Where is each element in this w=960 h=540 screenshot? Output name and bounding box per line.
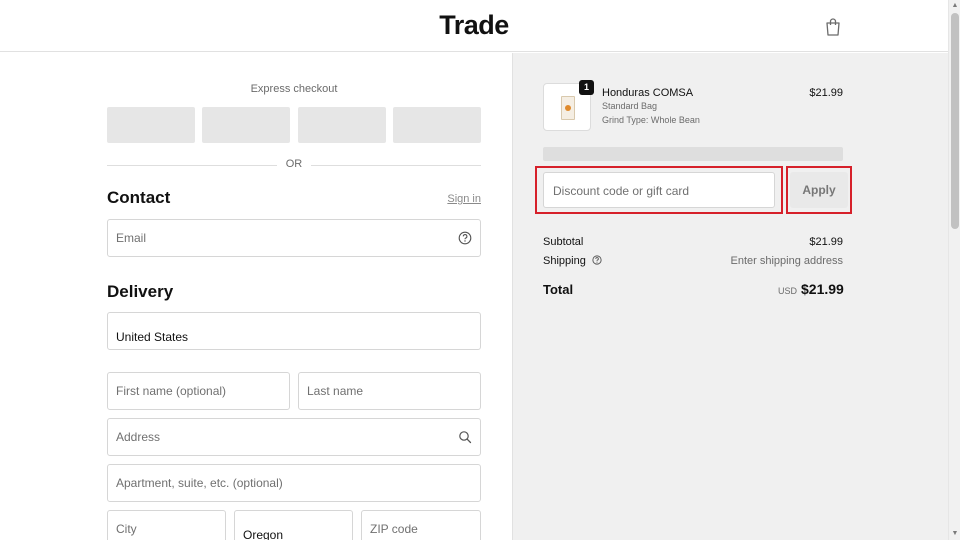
first-name-field[interactable]: First name (optional) xyxy=(107,372,290,410)
express-pay-button-2[interactable] xyxy=(202,107,290,143)
order-summary: 1 Honduras COMSA Standard Bag Grind Type… xyxy=(512,53,948,540)
product-variant: Standard Bag xyxy=(602,101,658,111)
shipping-row-label: Shipping xyxy=(543,255,602,267)
product-name: Honduras COMSA xyxy=(602,87,694,99)
express-checkout-title: Express checkout xyxy=(250,83,338,95)
zip-field[interactable]: ZIP code xyxy=(361,510,481,540)
total-label: Total xyxy=(543,282,574,297)
city-placeholder: City xyxy=(116,522,137,536)
apartment-field[interactable]: Apartment, suite, etc. (optional) xyxy=(107,464,481,502)
apply-button[interactable]: Apply xyxy=(790,172,848,208)
shipping-label: Shipping xyxy=(543,255,586,267)
first-name-placeholder: First name (optional) xyxy=(116,384,227,398)
total-currency: USD xyxy=(777,286,797,296)
search-icon xyxy=(459,431,472,444)
shipping-value: Enter shipping address xyxy=(730,255,843,267)
page-scrollbar[interactable]: ▲ ▼ xyxy=(948,0,960,540)
shipping-help-icon[interactable] xyxy=(592,255,602,265)
page-header: Trade xyxy=(0,0,948,52)
scroll-thumb[interactable] xyxy=(951,13,959,229)
city-field[interactable]: City xyxy=(107,510,226,540)
email-placeholder: Email xyxy=(116,231,147,245)
discount-highlight: Discount code or gift card xyxy=(535,166,783,214)
product-price: $21.99 xyxy=(809,87,843,99)
sign-in-link[interactable]: Sign in xyxy=(440,193,481,205)
apartment-placeholder: Apartment, suite, etc. (optional) xyxy=(116,476,283,490)
state-select[interactable]: Oregon xyxy=(234,510,353,540)
country-select[interactable]: United States xyxy=(107,312,481,350)
apply-highlight: Apply xyxy=(786,166,852,214)
zip-placeholder: ZIP code xyxy=(370,522,418,536)
scroll-up-arrow-icon[interactable]: ▲ xyxy=(949,0,960,12)
product-grind: Grind Type: Whole Bean xyxy=(602,115,700,125)
coffee-bag-image xyxy=(561,96,575,120)
shopping-bag-icon[interactable] xyxy=(824,17,842,36)
address-field[interactable]: Address xyxy=(107,418,481,456)
quantity-badge: 1 xyxy=(579,80,594,95)
email-field[interactable]: Email xyxy=(107,219,481,257)
delivery-heading: Delivery xyxy=(107,282,174,301)
divider-right xyxy=(311,165,481,166)
express-pay-button-1[interactable] xyxy=(107,107,195,143)
country-value: United States xyxy=(116,330,189,344)
state-value: Oregon xyxy=(243,528,284,540)
subtotal-value: $21.99 xyxy=(809,236,843,248)
discount-placeholder: Discount code or gift card xyxy=(553,184,690,198)
last-name-placeholder: Last name xyxy=(307,384,364,398)
or-divider-label: OR xyxy=(285,158,303,170)
divider-left xyxy=(107,165,277,166)
contact-heading: Contact xyxy=(107,188,171,207)
scroll-down-arrow-icon[interactable]: ▼ xyxy=(949,528,960,540)
checkout-form: Express checkout OR Contact Sign in Emai… xyxy=(0,53,512,540)
address-placeholder: Address xyxy=(116,430,161,444)
subtotal-label: Subtotal xyxy=(543,236,584,248)
total-value: $21.99 xyxy=(801,281,844,297)
express-pay-button-4[interactable] xyxy=(393,107,481,143)
loading-placeholder-bar xyxy=(543,147,843,161)
help-circle-icon[interactable] xyxy=(458,231,472,245)
last-name-field[interactable]: Last name xyxy=(298,372,481,410)
store-logo[interactable]: Trade xyxy=(0,10,948,41)
express-pay-button-3[interactable] xyxy=(298,107,386,143)
discount-code-input[interactable]: Discount code or gift card xyxy=(543,172,775,208)
